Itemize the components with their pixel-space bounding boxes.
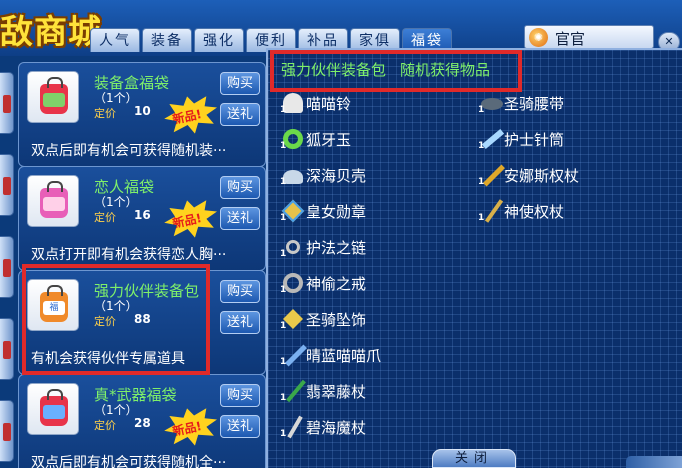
pendant-icon: 1 (280, 306, 306, 332)
tab-enhance[interactable]: 强化 (194, 28, 244, 52)
scepter-icon: 1 (478, 162, 505, 188)
product-description: 双点后即有机会可获得随机全··· (31, 455, 227, 468)
gift-button[interactable]: 送礼 (220, 103, 260, 126)
gift-button[interactable]: 送礼 (220, 415, 260, 438)
gift-bag-icon (40, 77, 68, 114)
price-value: 10 (134, 104, 151, 118)
shell-icon: 1 (280, 162, 306, 188)
ring-icon: 1 (280, 270, 306, 296)
side-nav-item[interactable] (0, 154, 14, 216)
marker-icon (3, 95, 11, 113)
side-nav-item[interactable] (0, 236, 14, 298)
reward-item-grid: 1 喵喵铃 1 圣骑腰带 1 狐牙玉 1 护士针筒 1 深海贝壳 1 安娜斯权杖… (266, 90, 682, 450)
panel-title-subtitle: 随机获得物品 (400, 61, 491, 79)
new-badge: 新品! (161, 403, 222, 451)
product-image (27, 71, 79, 123)
panel-title: 强力伙伴装备包 随机获得物品 (281, 59, 490, 80)
panel-title-product: 强力伙伴装备包 (281, 61, 387, 79)
gift-button[interactable]: 送礼 (220, 207, 260, 230)
price-label: 定价 (94, 419, 116, 432)
gift-bag-icon (40, 181, 68, 218)
buy-button[interactable]: 购买 (220, 280, 260, 303)
side-nav-item[interactable] (0, 318, 14, 380)
product-card[interactable]: 装备盒福袋 （1个） 定价 10 新品! 购买 送礼 双点后即有机会可获得随机装… (18, 62, 266, 167)
chain-icon: 1 (280, 234, 306, 260)
fox-jade-icon: 1 (280, 126, 306, 152)
gift-bag-icon (40, 389, 68, 426)
product-list: 装备盒福袋 （1个） 定价 10 新品! 购买 送礼 双点后即有机会可获得随机装… (18, 58, 266, 468)
marker-icon (3, 259, 11, 277)
price-label: 定价 (94, 211, 116, 224)
new-badge: 新品! (161, 91, 222, 139)
side-nav-item[interactable] (0, 400, 14, 462)
marker-icon (3, 341, 11, 359)
medal-icon: 1 (280, 198, 306, 224)
tab-equipment[interactable]: 装备 (142, 28, 192, 52)
claw-icon: 1 (280, 342, 307, 368)
side-nav-item[interactable] (0, 72, 14, 134)
shop-title: 敌商城 (0, 12, 102, 51)
vine-staff-icon: 1 (280, 378, 306, 404)
product-image (27, 383, 79, 435)
product-quantity: （1个） (94, 91, 138, 105)
user-name: 官官 (555, 30, 586, 48)
buy-button[interactable]: 购买 (220, 72, 260, 95)
staff-icon: 1 (478, 198, 504, 224)
product-description: 双点后即有机会可获得随机装··· (31, 143, 227, 159)
bell-icon: 1 (280, 90, 306, 116)
buy-button[interactable]: 购买 (220, 384, 260, 407)
marker-icon (3, 423, 11, 441)
product-quantity: （1个） (94, 195, 138, 209)
product-card[interactable]: 恋人福袋 （1个） 定价 16 新品! 购买 送礼 双点打开即有机会获得恋人胸·… (18, 166, 266, 271)
tab-popular[interactable]: 人气 (90, 28, 140, 52)
price-value: 28 (134, 416, 151, 430)
gift-button[interactable]: 送礼 (220, 311, 260, 334)
wand-icon: 1 (280, 414, 306, 440)
price-label: 定价 (94, 107, 116, 120)
new-badge: 新品! (161, 195, 222, 243)
product-image (27, 175, 79, 227)
belt-icon: 1 (478, 90, 504, 116)
sun-emblem-icon: ✺ (529, 28, 548, 47)
buy-button[interactable]: 购买 (220, 176, 260, 199)
price-value: 16 (134, 208, 151, 222)
selected-product-highlight (22, 264, 210, 375)
product-quantity: （1个） (94, 403, 138, 417)
corner-scroll-handle[interactable] (626, 456, 682, 468)
product-description: 双点打开即有机会获得恋人胸··· (31, 247, 227, 263)
marker-icon (3, 177, 11, 195)
syringe-icon: 1 (478, 126, 505, 152)
product-card[interactable]: 真*武器福袋 （1个） 定价 28 新品! 购买 送礼 双点后即有机会可获得随机… (18, 374, 266, 468)
side-nav (0, 72, 14, 468)
panel-close-button[interactable]: 关闭 (432, 449, 516, 468)
user-box: ✺ 官官 (524, 25, 654, 49)
